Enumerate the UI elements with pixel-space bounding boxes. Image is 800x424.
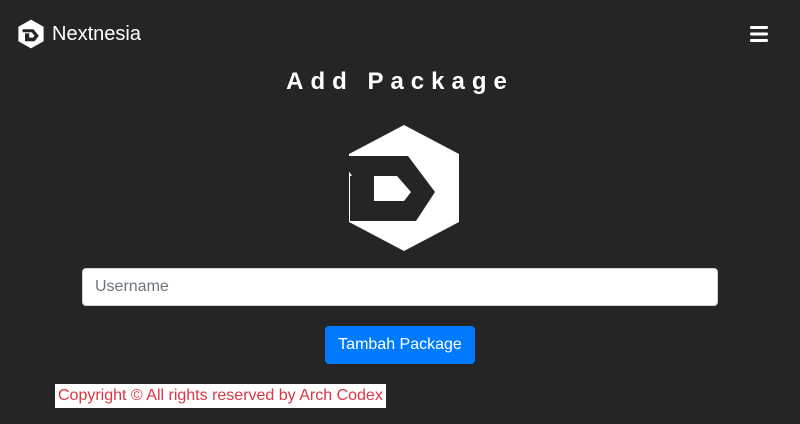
nextnesia-hexagon-logo-icon (339, 125, 459, 251)
brand-link[interactable]: Nextnesia (16, 18, 141, 50)
navbar: Nextnesia (0, 0, 800, 68)
username-input[interactable] (82, 268, 718, 306)
page-title: Add Package (286, 68, 514, 95)
nextnesia-logo-icon (18, 19, 44, 49)
footer-copyright: Copyright © All rights reserved by Arch … (55, 384, 386, 408)
tambah-package-button[interactable]: Tambah Package (325, 326, 475, 364)
menu-toggle-button[interactable] (742, 20, 776, 48)
hamburger-menu-icon (750, 26, 768, 42)
hero-logo (338, 124, 462, 252)
brand-name: Nextnesia (52, 22, 141, 45)
